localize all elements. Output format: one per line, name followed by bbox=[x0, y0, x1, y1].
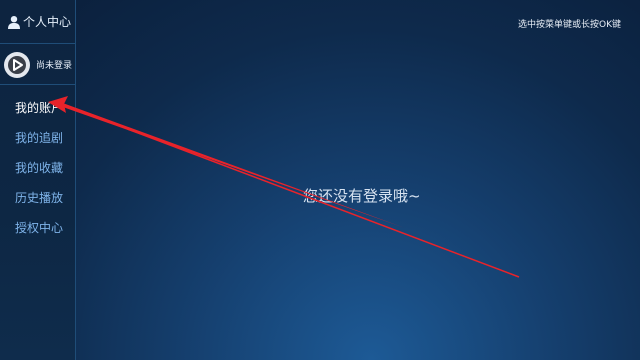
sidebar-item-my-favorites[interactable]: 我的收藏 bbox=[0, 153, 76, 183]
sidebar-item-my-series[interactable]: 我的追剧 bbox=[0, 123, 76, 153]
avatar bbox=[4, 51, 30, 78]
user-login-row[interactable]: 尚未登录 bbox=[0, 45, 76, 85]
menu-hint: 选中按菜单键或长按OK键 bbox=[518, 20, 621, 30]
sidebar-header: 个人中心 bbox=[0, 0, 76, 44]
sidebar-item-authorization[interactable]: 授权中心 bbox=[0, 213, 76, 243]
person-icon bbox=[8, 15, 20, 29]
sidebar-title: 个人中心 bbox=[23, 15, 72, 29]
annotation-arrow-icon bbox=[48, 96, 520, 278]
sidebar-item-my-account[interactable]: 我的账户 bbox=[0, 93, 76, 123]
login-status: 尚未登录 bbox=[36, 61, 73, 71]
sidebar-item-history[interactable]: 历史播放 bbox=[0, 183, 76, 213]
sidebar-menu: 我的账户 我的追剧 我的收藏 历史播放 授权中心 bbox=[0, 93, 76, 243]
sidebar: 个人中心 尚未登录 我的账户 我的追剧 我的收藏 历史播放 授权中心 bbox=[0, 0, 76, 360]
play-logo-icon bbox=[8, 55, 26, 74]
empty-message: 您还没有登录哦~ bbox=[303, 187, 421, 205]
